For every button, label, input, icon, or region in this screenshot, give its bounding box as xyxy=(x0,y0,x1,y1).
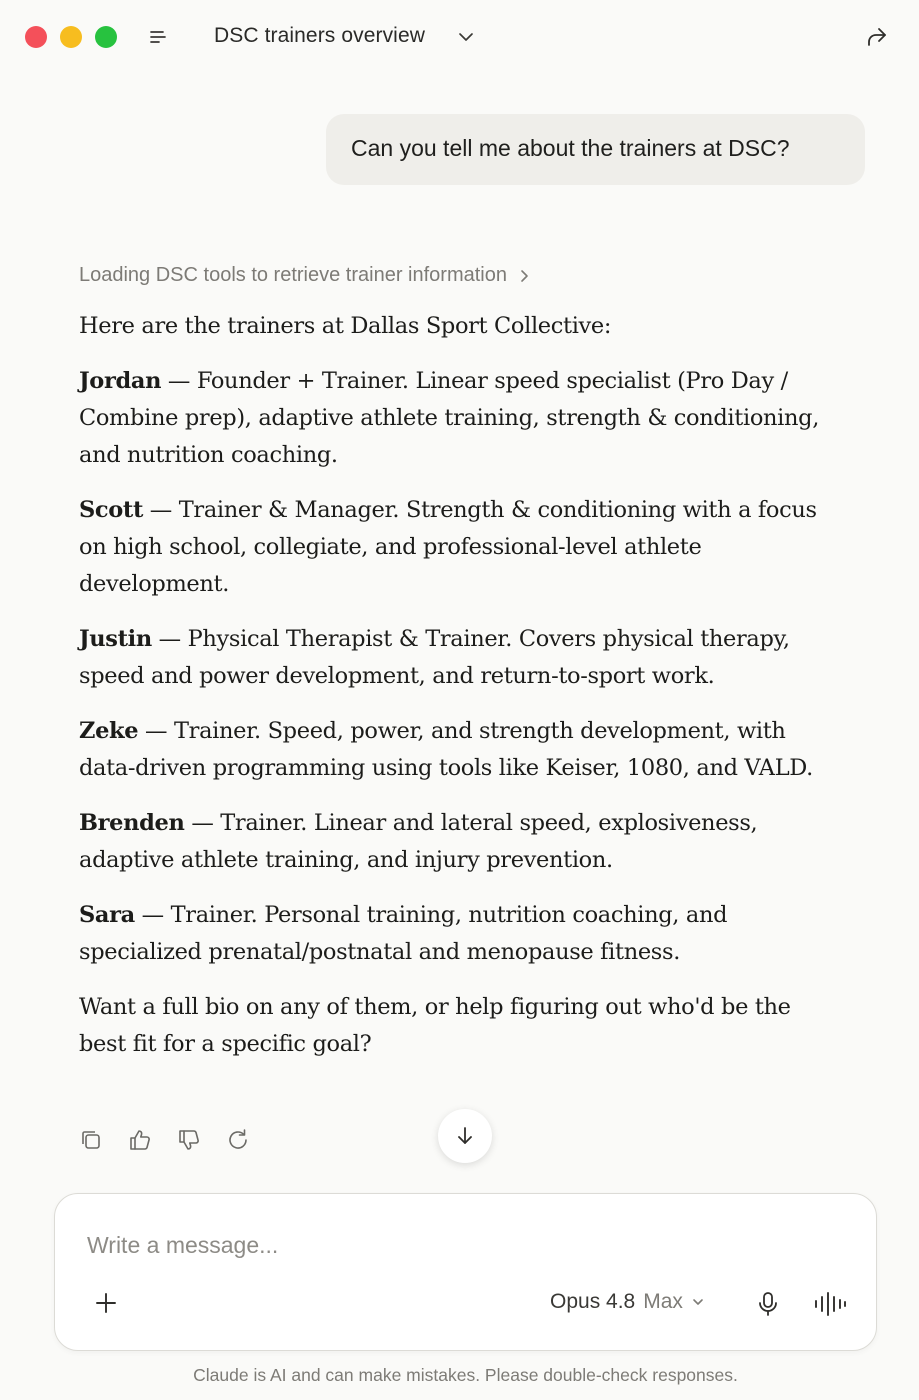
copy-icon[interactable] xyxy=(78,1127,104,1153)
menu-icon[interactable] xyxy=(148,27,168,47)
tool-status-text: Loading DSC tools to retrieve trainer in… xyxy=(79,264,507,286)
message-actions xyxy=(78,1127,251,1153)
minimize-window-button[interactable] xyxy=(60,26,82,48)
user-message-bubble: Can you tell me about the trainers at DS… xyxy=(326,114,865,185)
app-window: DSC trainers overview Can you tell me ab… xyxy=(0,0,919,1400)
trainer-name: Justin xyxy=(79,626,152,652)
zoom-window-button[interactable] xyxy=(95,26,117,48)
model-selector[interactable]: Opus 4.8 Max xyxy=(550,1290,705,1314)
close-window-button[interactable] xyxy=(25,26,47,48)
assistant-response: Here are the trainers at Dallas Sport Co… xyxy=(79,308,824,1081)
trainer-entry: Justin — Physical Therapist & Trainer. C… xyxy=(79,621,824,695)
trainer-description: — Trainer. Personal training, nutrition … xyxy=(79,902,728,965)
trainer-entry: Scott — Trainer & Manager. Strength & co… xyxy=(79,492,824,603)
trainer-entry: Sara — Trainer. Personal training, nutri… xyxy=(79,897,824,971)
model-mode: Max xyxy=(643,1290,683,1313)
disclaimer-text: Claude is AI and can make mistakes. Plea… xyxy=(193,1365,738,1385)
trainer-name: Scott xyxy=(79,497,143,523)
trainer-description: — Trainer & Manager. Strength & conditio… xyxy=(79,497,817,597)
message-input[interactable] xyxy=(87,1228,827,1262)
user-message-text: Can you tell me about the trainers at DS… xyxy=(351,135,790,161)
chevron-right-icon xyxy=(521,269,528,282)
trainer-entry: Brenden — Trainer. Linear and lateral sp… xyxy=(79,805,824,879)
trainer-entry: Jordan — Founder + Trainer. Linear speed… xyxy=(79,363,824,474)
chevron-down-icon[interactable] xyxy=(456,28,476,46)
tool-status-toggle[interactable]: Loading DSC tools to retrieve trainer in… xyxy=(79,264,531,287)
trainer-name: Zeke xyxy=(79,718,139,744)
response-closing: Want a full bio on any of them, or help … xyxy=(79,994,791,1057)
plus-icon[interactable] xyxy=(93,1290,119,1316)
conversation-title[interactable]: DSC trainers overview xyxy=(214,24,425,48)
title-bar: DSC trainers overview xyxy=(0,0,919,74)
trainer-name: Sara xyxy=(79,902,135,928)
response-intro: Here are the trainers at Dallas Sport Co… xyxy=(79,313,612,339)
trainer-description: — Founder + Trainer. Linear speed specia… xyxy=(79,368,819,468)
message-composer: Opus 4.8 Max xyxy=(54,1193,877,1351)
chevron-down-icon xyxy=(693,1299,703,1305)
scroll-to-bottom-button[interactable] xyxy=(438,1109,492,1163)
trainer-entry: Zeke — Trainer. Speed, power, and streng… xyxy=(79,713,824,787)
trainer-description: — Physical Therapist & Trainer. Covers p… xyxy=(79,626,790,689)
microphone-icon[interactable] xyxy=(755,1290,781,1318)
share-icon[interactable] xyxy=(864,24,890,50)
retry-icon[interactable] xyxy=(225,1127,251,1153)
thumbs-down-icon[interactable] xyxy=(176,1127,202,1153)
trainer-description: — Trainer. Speed, power, and strength de… xyxy=(79,718,813,781)
trainer-name: Jordan xyxy=(79,368,162,394)
voice-waveform-icon[interactable] xyxy=(813,1290,847,1318)
arrow-down-icon xyxy=(458,1127,472,1144)
model-name: Opus 4.8 xyxy=(550,1290,636,1313)
thumbs-up-icon[interactable] xyxy=(127,1127,153,1153)
trainer-name: Brenden xyxy=(79,810,185,836)
